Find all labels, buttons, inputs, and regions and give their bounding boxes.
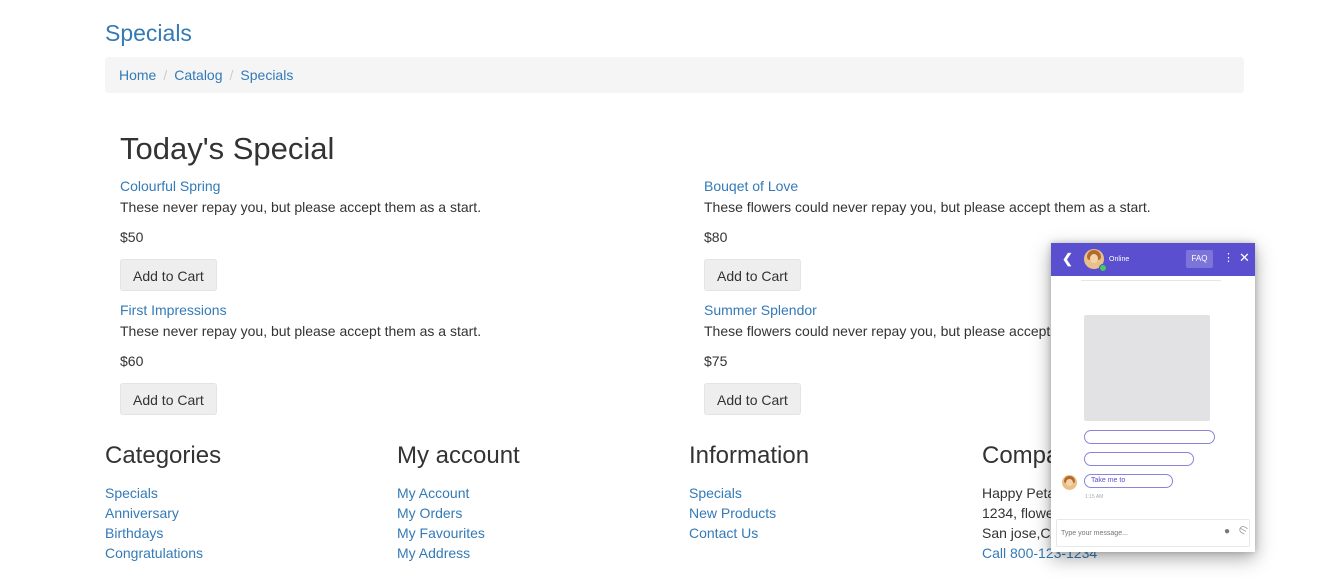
footer-information: Information Specials New Products Contac… bbox=[689, 443, 809, 543]
add-to-cart-button[interactable]: Add to Cart bbox=[704, 259, 801, 291]
footer-link-my-favourites[interactable]: My Favourites bbox=[397, 525, 485, 541]
footer-link-new-products[interactable]: New Products bbox=[689, 505, 776, 521]
microphone-icon[interactable]: ● bbox=[1224, 526, 1230, 537]
product-description: These never repay you, but please accept… bbox=[120, 199, 482, 215]
product-card: Colourful Spring These never repay you, … bbox=[120, 178, 680, 291]
footer-link-anniversary[interactable]: Anniversary bbox=[105, 505, 179, 521]
footer-link-my-orders[interactable]: My Orders bbox=[397, 505, 462, 521]
chat-header: ❮ Online FAQ ⋮ ✕ bbox=[1051, 243, 1255, 276]
chat-widget: ❮ Online FAQ ⋮ ✕ Take me to 1:15 AM ● ∈ bbox=[1051, 243, 1255, 552]
footer-link-my-account[interactable]: My Account bbox=[397, 485, 469, 501]
online-indicator bbox=[1099, 264, 1107, 272]
breadcrumb-catalog[interactable]: Catalog bbox=[174, 67, 222, 83]
footer-link-contact-us[interactable]: Contact Us bbox=[689, 525, 758, 541]
footer-link-specials[interactable]: Specials bbox=[689, 485, 742, 501]
chat-media-placeholder bbox=[1084, 315, 1210, 421]
add-to-cart-button[interactable]: Add to Cart bbox=[704, 383, 801, 415]
product-card: First Impressions These never repay you,… bbox=[120, 302, 680, 415]
add-to-cart-button[interactable]: Add to Cart bbox=[120, 383, 217, 415]
breadcrumb-home[interactable]: Home bbox=[119, 67, 156, 83]
breadcrumb-separator: / bbox=[163, 67, 168, 83]
faq-button[interactable]: FAQ bbox=[1186, 250, 1213, 268]
product-name[interactable]: First Impressions bbox=[120, 302, 680, 318]
footer-heading: Categories bbox=[105, 442, 222, 469]
chat-status: Online bbox=[1109, 256, 1130, 263]
chat-message-input[interactable] bbox=[1061, 526, 1211, 540]
close-icon[interactable]: ✕ bbox=[1239, 250, 1250, 266]
product-description: These never repay you, but please accept… bbox=[120, 323, 482, 339]
footer-link-my-address[interactable]: My Address bbox=[397, 545, 470, 561]
product-price: $50 bbox=[120, 229, 144, 245]
footer-heading: Information bbox=[689, 442, 810, 469]
chat-divider bbox=[1081, 280, 1221, 281]
bot-avatar bbox=[1062, 475, 1077, 490]
product-price: $60 bbox=[120, 353, 144, 369]
product-description: These flowers could never repay you, but… bbox=[704, 199, 1151, 215]
footer-link-congratulations[interactable]: Congratulations bbox=[105, 545, 203, 561]
chat-input-bar: ● ∈ bbox=[1056, 519, 1250, 547]
breadcrumb-specials[interactable]: Specials bbox=[240, 67, 293, 83]
breadcrumb: Home / Catalog / Specials bbox=[105, 57, 1244, 93]
vertical-dots-icon[interactable]: ⋮ bbox=[1223, 251, 1234, 264]
section-heading: Today's Special bbox=[120, 131, 335, 166]
breadcrumb-separator: / bbox=[229, 67, 234, 83]
chevron-left-icon[interactable]: ❮ bbox=[1062, 251, 1073, 267]
footer-heading: My account bbox=[397, 442, 520, 469]
page-title: Specials bbox=[105, 20, 192, 46]
product-name[interactable]: Bouqet of Love bbox=[704, 178, 1264, 194]
footer-link-specials[interactable]: Specials bbox=[105, 485, 158, 501]
footer-my-account: My account My Account My Orders My Favou… bbox=[397, 443, 520, 563]
footer-categories: Categories Specials Anniversary Birthday… bbox=[105, 443, 221, 563]
product-name[interactable]: Colourful Spring bbox=[120, 178, 680, 194]
add-to-cart-button[interactable]: Add to Cart bbox=[120, 259, 217, 291]
quick-reply-button[interactable] bbox=[1084, 452, 1194, 466]
footer-link-birthdays[interactable]: Birthdays bbox=[105, 525, 163, 541]
paperclip-icon[interactable]: ∈ bbox=[1236, 524, 1249, 538]
message-timestamp: 1:15 AM bbox=[1085, 494, 1104, 500]
quick-reply-button[interactable] bbox=[1084, 430, 1215, 444]
quick-reply-take-me-to[interactable]: Take me to bbox=[1084, 474, 1173, 488]
